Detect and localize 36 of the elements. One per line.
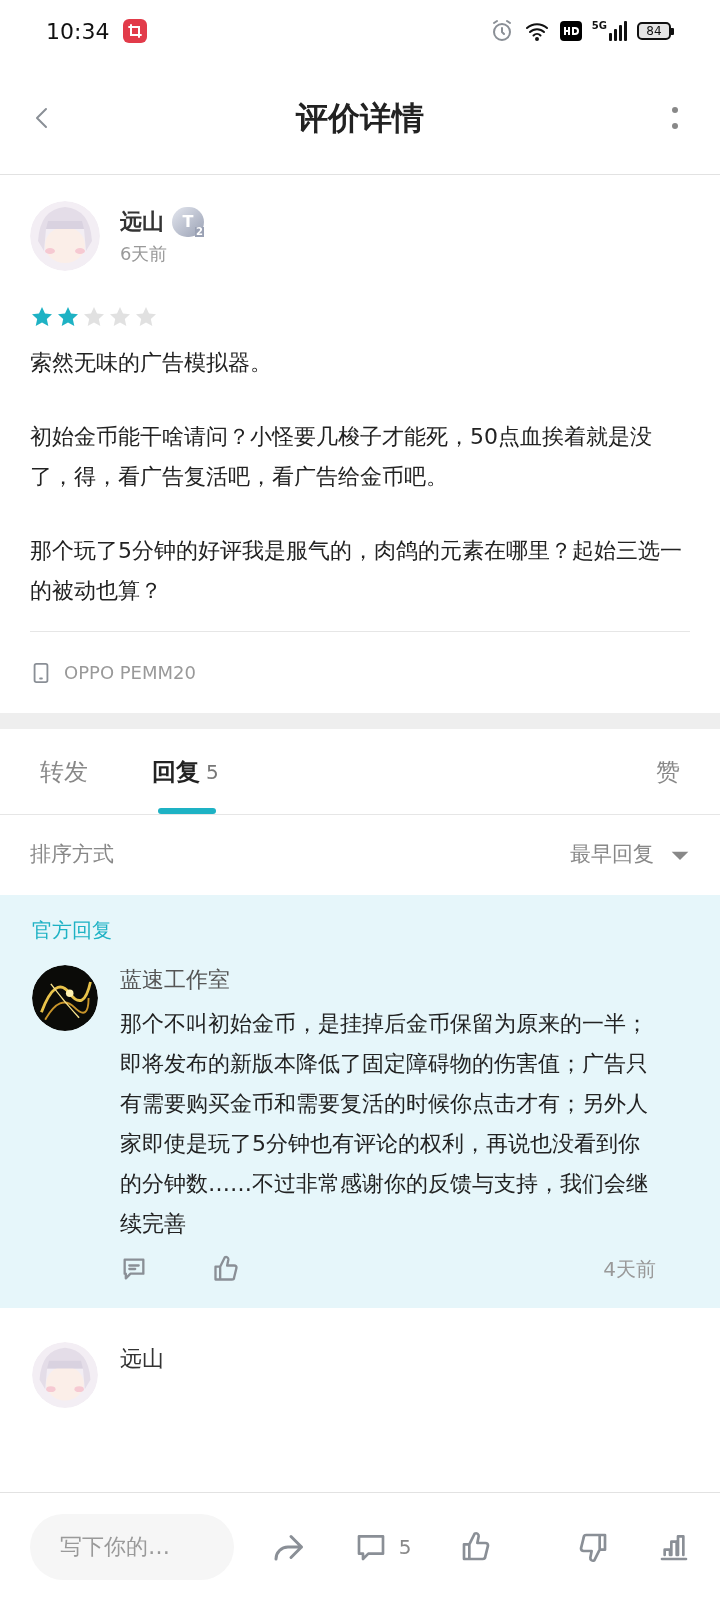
device-name: OPPO PEMM20: [64, 661, 196, 685]
reply-time: 4天前: [603, 1256, 656, 1283]
filled-star-icon: [30, 305, 54, 329]
comments-button[interactable]: 5: [354, 1530, 412, 1563]
avatar: [30, 201, 100, 271]
sort-dropdown[interactable]: 最早回复: [570, 839, 690, 871]
replier-name: 远山: [120, 1345, 164, 1373]
signal-icon: [609, 21, 627, 41]
sort-label: 排序方式: [30, 841, 114, 869]
page-title: 评价详情: [296, 98, 424, 139]
battery-icon: 84: [637, 22, 671, 40]
tab[interactable]: 赞: [656, 729, 680, 814]
reply-input[interactable]: 写下你的…: [30, 1513, 234, 1580]
empty-star-icon: [134, 305, 158, 329]
replier-name: 蓝速工作室: [120, 966, 231, 994]
avatar: [32, 1342, 98, 1408]
status-time: 10:34: [46, 17, 110, 46]
caret-icon: [670, 849, 690, 861]
user-name: 远山: [120, 208, 164, 236]
avatar: [32, 965, 98, 1031]
network-type: 5G: [591, 21, 607, 31]
reply-count: 5: [206, 758, 219, 786]
screenshot-icon: [123, 19, 148, 43]
tab[interactable]: 转发: [40, 729, 88, 814]
empty-star-icon: [82, 305, 106, 329]
review-paragraph: 索然无味的广告模拟器。: [30, 349, 273, 377]
hd-icon: [559, 21, 582, 41]
reply-text: 那个不叫初始金币，是挂掉后金币保留为原来的一半；即将发布的新版本降低了固定障碍物的伤害值；广告只有需要购买金币和需要复活的时候你点击才有；另外人家即使是玩了5分钟也有评论的权利，再说也没看到你的分钟数……不过非常感谢你的反馈与支持，我们会继续完善: [120, 1010, 649, 1238]
thumbs-up-icon: [212, 1255, 240, 1283]
review-paragraph: 那个玩了5分钟的好评我是服气的，肉鸽的元素在哪里？起始三选一的被动也算？: [30, 537, 683, 605]
official-reply-label: 官方回复: [32, 917, 113, 944]
filled-star-icon: [56, 305, 80, 329]
tab[interactable]: 回复 5: [152, 729, 219, 814]
review-paragraph: 初始金币能干啥请问？小怪要几梭子才能死，50点血挨着就是没了，得，看广告复活吧，看广告给金币吧。: [30, 423, 653, 491]
empty-star-icon: [108, 305, 132, 329]
post-time: 6天前: [120, 242, 169, 266]
